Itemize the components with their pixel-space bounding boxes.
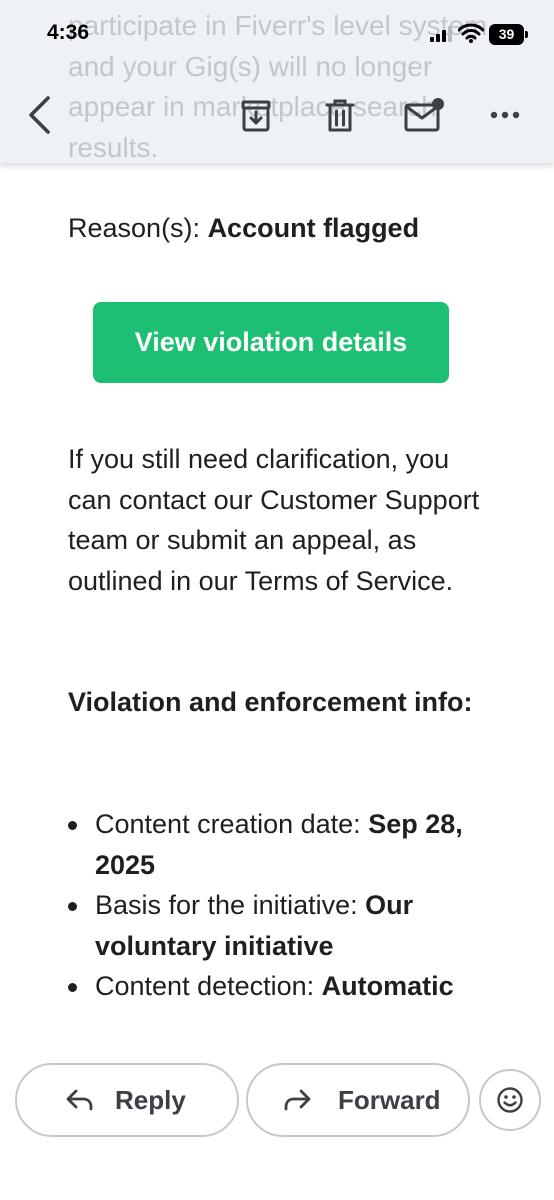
battery-tip — [525, 31, 528, 38]
more-horizontal-icon — [490, 111, 520, 119]
status-time: 4:36 — [47, 21, 90, 44]
mail-unread-icon — [404, 98, 444, 132]
bullet-label: Content creation date: — [95, 809, 369, 839]
delete-button[interactable] — [320, 96, 360, 136]
battery-indicator: 39 — [489, 24, 529, 45]
forward-icon — [280, 1083, 314, 1117]
top-app-bar: participate in Fiverr's level system, an… — [0, 0, 554, 163]
chevron-left-icon — [29, 96, 50, 134]
trash-icon — [325, 99, 355, 132]
forward-label: Forward — [338, 1084, 441, 1115]
emoji-reaction-button[interactable] — [479, 1069, 541, 1131]
mark-unread-button[interactable] — [401, 94, 447, 136]
reason-label: Reason(s): — [68, 213, 208, 243]
reply-label: Reply — [115, 1084, 186, 1115]
clarification-paragraph: If you still need clarification, you can… — [68, 444, 480, 596]
section-heading: Violation and enforcement info: — [68, 687, 473, 717]
reason-line: Reason(s): Account flagged — [68, 208, 488, 248]
list-item: Content creation date: Sep 28, 2025 — [68, 804, 488, 885]
emoji-smile-icon — [497, 1087, 523, 1113]
bullet-label: Content detection: — [95, 971, 322, 1001]
wifi-icon — [457, 23, 485, 48]
battery-level: 39 — [489, 24, 524, 45]
list-item: Content detection: Automatic — [68, 966, 488, 1007]
archive-button[interactable] — [236, 96, 276, 136]
bullet-label: Basis for the initiative: — [95, 890, 366, 920]
forward-button[interactable]: Forward — [246, 1063, 470, 1137]
violation-info-list: Content creation date: Sep 28, 2025 Basi… — [68, 804, 488, 1007]
view-violation-details-button[interactable]: View violation details — [93, 302, 449, 383]
reply-icon — [63, 1083, 97, 1117]
back-button[interactable] — [22, 92, 56, 138]
cellular-signal-icon — [430, 26, 454, 42]
reply-button[interactable]: Reply — [15, 1063, 239, 1137]
archive-icon — [241, 100, 271, 132]
bullet-value: Automatic — [321, 971, 454, 1001]
reply-action-bar: Reply Forward — [0, 1045, 554, 1200]
more-options-button[interactable] — [483, 98, 527, 132]
reason-value: Account flagged — [207, 213, 420, 243]
list-item: Basis for the initiative: Our voluntary … — [68, 885, 488, 966]
